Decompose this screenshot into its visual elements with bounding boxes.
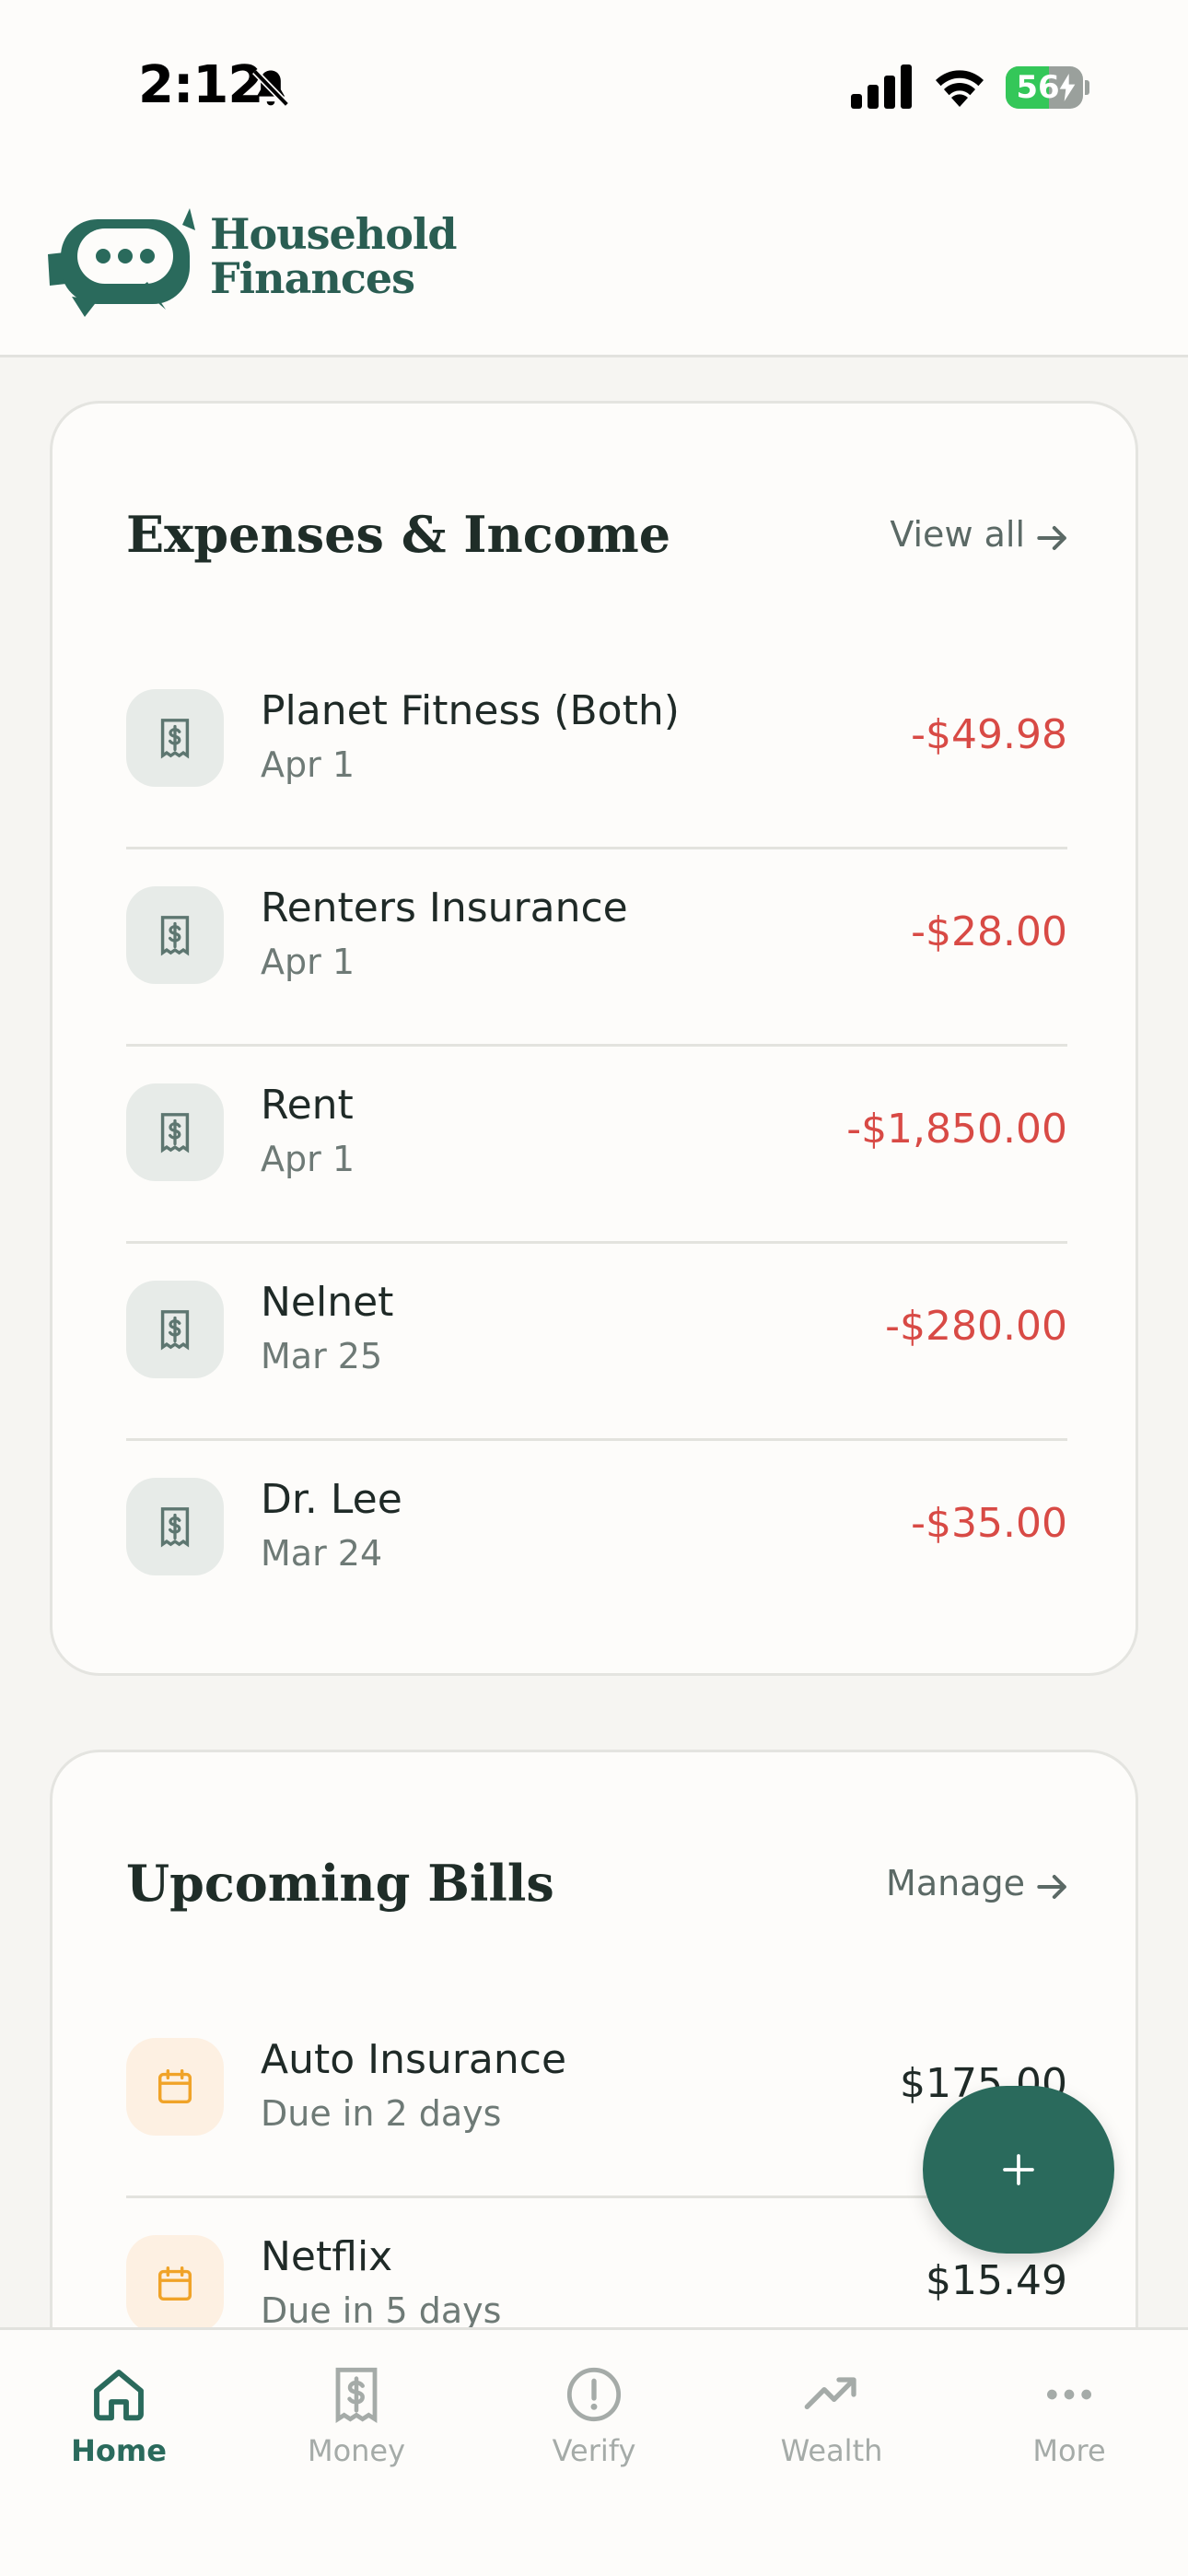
transaction-name: Renters Insurance: [261, 884, 628, 931]
transaction-row[interactable]: Nelnet Mar 25 -$280.00: [126, 1244, 1067, 1441]
bill-due: Due in 5 days: [261, 2290, 502, 2327]
receipt-icon: [126, 1478, 224, 1575]
receipt-icon: [126, 886, 224, 984]
transaction-amount: -$49.98: [911, 711, 1067, 758]
tab-money[interactable]: Money: [238, 2348, 475, 2487]
receipt-icon: [126, 1281, 224, 1378]
tab-wealth[interactable]: Wealth: [713, 2348, 950, 2487]
transaction-date: Mar 25: [261, 1336, 383, 1376]
transaction-date: Apr 1: [261, 1139, 355, 1179]
transaction-amount: -$280.00: [885, 1303, 1067, 1350]
tab-verify-label: Verify: [552, 2433, 636, 2468]
manage-link[interactable]: Manage: [886, 1863, 1025, 1903]
receipt-dollar-icon: [335, 2367, 378, 2424]
calendar-icon: [126, 2038, 224, 2136]
plus-icon: [1003, 2154, 1034, 2185]
logo-line-1: Household: [210, 209, 458, 259]
bill-name: Netflix: [261, 2233, 393, 2280]
battery-charging-icon: 56: [1006, 66, 1089, 109]
calendar-icon: [126, 2235, 224, 2327]
bottom-tab-bar: Home Money Verify Wealth More: [0, 2327, 1188, 2576]
transaction-date: Apr 1: [261, 744, 355, 785]
piggy-chat-logo-icon: [48, 208, 195, 317]
tab-more-label: More: [1032, 2433, 1106, 2468]
transaction-amount: -$1,850.00: [846, 1106, 1067, 1153]
tab-wealth-label: Wealth: [780, 2433, 883, 2468]
transaction-row[interactable]: Rent Apr 1 -$1,850.00: [126, 1047, 1067, 1244]
transaction-date: Apr 1: [261, 942, 355, 982]
transaction-row[interactable]: Planet Fitness (Both) Apr 1 -$49.98: [126, 652, 1067, 849]
transaction-amount: -$28.00: [911, 908, 1067, 955]
tab-home-label: Home: [71, 2433, 167, 2468]
add-fab-button[interactable]: [923, 2086, 1114, 2254]
home-content[interactable]: Expenses & Income View all Planet Fitnes…: [0, 360, 1188, 2327]
expenses-income-title: Expenses & Income: [126, 505, 671, 564]
expenses-income-card: Expenses & Income View all Planet Fitnes…: [50, 401, 1138, 1676]
cellular-signal-icon: [851, 64, 912, 109]
receipt-icon: [126, 689, 224, 787]
transaction-date: Mar 24: [261, 1533, 383, 1574]
transaction-amount: -$35.00: [911, 1500, 1067, 1547]
transaction-name: Dr. Lee: [261, 1476, 402, 1523]
bell-slash-icon: [252, 69, 289, 107]
transaction-row[interactable]: Dr. Lee Mar 24 -$35.00: [126, 1441, 1067, 1638]
wifi-icon: [936, 70, 984, 107]
more-dots-icon: [1047, 2389, 1091, 2400]
bill-amount: $15.49: [926, 2257, 1067, 2304]
transaction-name: Planet Fitness (Both): [261, 687, 680, 734]
status-bar: 2:12 56: [0, 0, 1188, 175]
app-header: Household Finances: [0, 175, 1188, 357]
bill-row[interactable]: Netflix Due in 5 days $15.49: [126, 2198, 1067, 2327]
view-all-link[interactable]: View all: [890, 514, 1025, 555]
transaction-row[interactable]: Renters Insurance Apr 1 -$28.00: [126, 849, 1067, 1047]
upcoming-bills-title: Upcoming Bills: [126, 1854, 554, 1913]
tab-home[interactable]: Home: [0, 2348, 238, 2487]
bill-name: Auto Insurance: [261, 2036, 567, 2083]
tab-verify[interactable]: Verify: [475, 2348, 713, 2487]
home-icon: [94, 2370, 144, 2421]
bill-due: Due in 2 days: [261, 2093, 502, 2134]
status-time: 2:12: [138, 55, 263, 115]
transaction-name: Rent: [261, 1082, 354, 1129]
arrow-right-icon[interactable]: [1032, 518, 1073, 558]
arrow-right-icon[interactable]: [1032, 1867, 1073, 1907]
tab-money-label: Money: [307, 2433, 406, 2468]
app-logo-text[interactable]: Household Finances: [210, 209, 458, 303]
receipt-icon: [126, 1083, 224, 1181]
alert-circle-icon: [566, 2367, 622, 2422]
tab-more[interactable]: More: [950, 2348, 1188, 2487]
charging-bolt-icon: [1059, 74, 1076, 101]
trending-up-icon: [804, 2377, 856, 2409]
transaction-name: Nelnet: [261, 1279, 394, 1326]
logo-line-2: Finances: [210, 253, 415, 303]
